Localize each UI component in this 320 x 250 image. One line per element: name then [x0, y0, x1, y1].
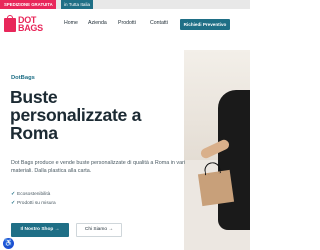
hero-title-line-3: Roma	[10, 123, 58, 143]
logo-line-2: BAGS	[18, 23, 43, 33]
hero-title-line-1: Buste	[10, 87, 58, 107]
free-shipping-badge: SPEDIZIONE GRATUITA	[0, 0, 56, 9]
hero-image-person	[218, 90, 250, 230]
hero-brand-label: DotBags	[11, 75, 35, 81]
feature-item: ✓ Prodotti su misura	[11, 199, 56, 208]
nav-home[interactable]: Home	[64, 20, 78, 26]
hero-image-paper-bag	[197, 169, 235, 207]
feature-label: Ecosostenibilità	[17, 192, 51, 197]
request-quote-button[interactable]: Richiedi Preventivo	[180, 19, 230, 30]
feature-label: Prodotti su misura	[17, 201, 56, 206]
logo[interactable]: DOT BAGS	[4, 15, 43, 37]
hero-title-line-2: personalizzate a	[10, 105, 142, 125]
nav-contatti[interactable]: Contatti	[150, 20, 168, 26]
nav-azienda[interactable]: Azienda	[88, 20, 107, 26]
nav-prodotti[interactable]: Prodotti	[118, 20, 136, 26]
shop-button[interactable]: Il Nostro Shop →	[11, 223, 69, 237]
feature-item: ✓ Ecosostenibilità	[11, 190, 56, 199]
logo-text: DOT BAGS	[18, 16, 43, 33]
hero-image	[184, 50, 250, 250]
accessibility-icon[interactable]: ♿	[3, 238, 14, 249]
top-announcement-bar: SPEDIZIONE GRATUITA in Tutta Italia	[0, 0, 250, 9]
hero-description: Dot Bags produce e vende buste personali…	[11, 160, 186, 174]
bag-logo-icon	[4, 15, 16, 32]
shipping-text: in Tutta Italia	[61, 0, 94, 9]
about-us-button[interactable]: Chi Siamo →	[76, 223, 122, 237]
hero-title: Buste personalizzate a Roma	[10, 88, 190, 142]
feature-list: ✓ Ecosostenibilità ✓ Prodotti su misura	[11, 190, 56, 208]
